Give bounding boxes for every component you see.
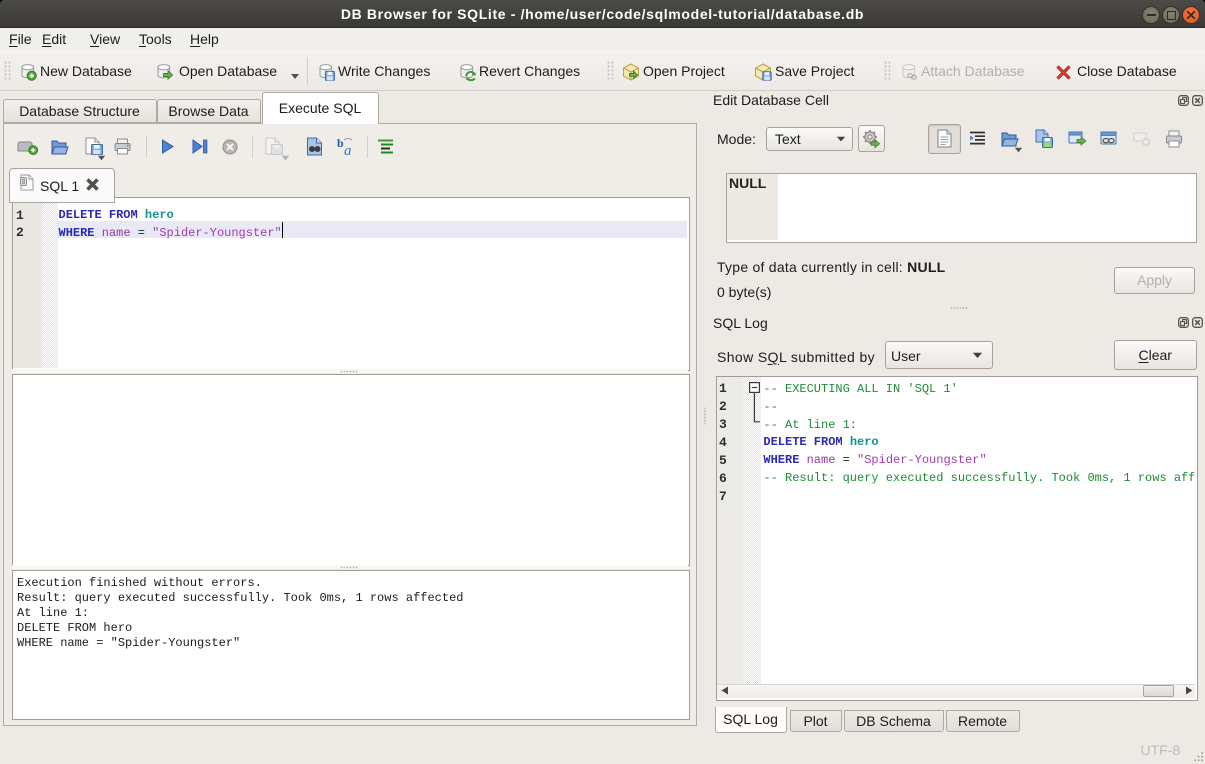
svg-text:a: a bbox=[344, 143, 352, 159]
svg-text:b: b bbox=[337, 136, 344, 150]
